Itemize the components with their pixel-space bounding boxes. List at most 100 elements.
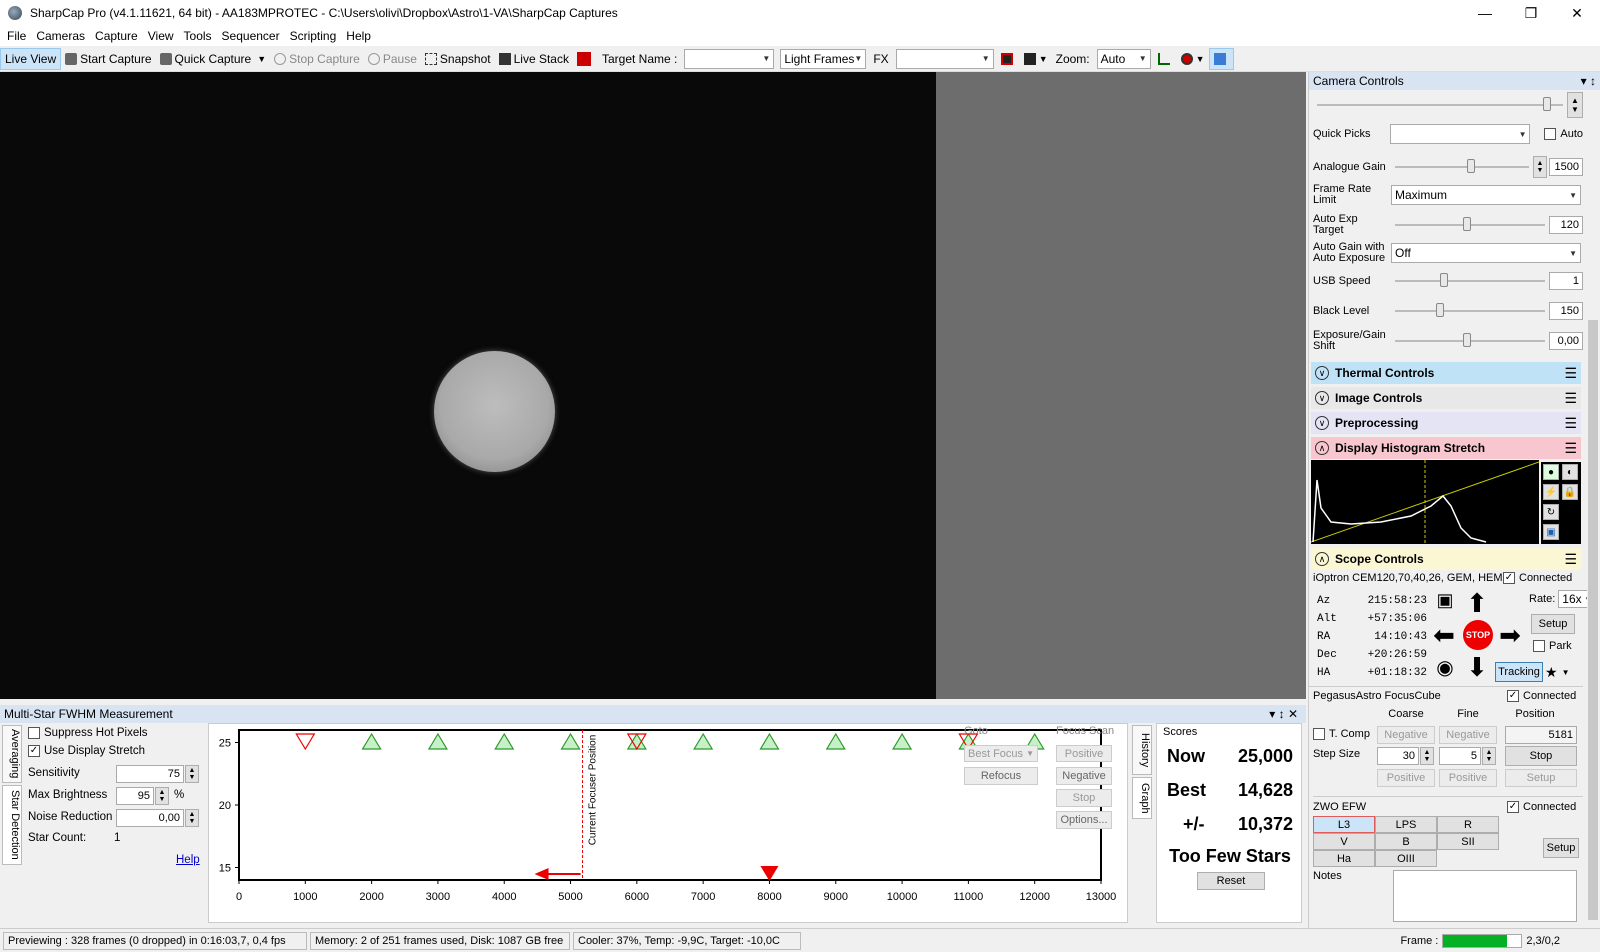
live-stack-button[interactable]: Live Stack	[495, 48, 573, 70]
analogue-gain-slider[interactable]	[1395, 159, 1529, 175]
auto-checkbox[interactable]	[1544, 128, 1557, 140]
zoom-select[interactable]: Auto ▼	[1096, 48, 1151, 69]
max-brightness-spin[interactable]: ▲ ▼	[155, 787, 169, 805]
fine-negative-button[interactable]: Negative	[1439, 726, 1497, 744]
live-view-button[interactable]: Live View	[0, 47, 62, 70]
pause-button[interactable]: Pause	[364, 48, 421, 70]
maximize-button[interactable]: ❐	[1508, 0, 1554, 26]
lightning-icon[interactable]: ⚡	[1543, 484, 1559, 500]
menu-view[interactable]: View	[143, 29, 179, 43]
stretch-toggle-icon[interactable]: ●	[1543, 464, 1559, 480]
menu-capture[interactable]: Capture	[90, 29, 143, 43]
save-icon[interactable]: ▣	[1543, 524, 1559, 540]
fine-positive-button[interactable]: Positive	[1439, 769, 1497, 787]
suppress-hot-pixels-checkbox[interactable]	[28, 727, 40, 739]
panel-pin-icon[interactable]: ▾ ↕	[1581, 74, 1596, 88]
coarse-negative-button[interactable]: Negative	[1377, 726, 1435, 744]
slider-thumb[interactable]	[1467, 159, 1476, 173]
slider-thumb[interactable]	[1462, 333, 1471, 347]
menu-scripting[interactable]: Scripting	[285, 29, 342, 43]
target-icon[interactable]: ◉	[1431, 654, 1459, 682]
pin-button[interactable]	[1208, 47, 1234, 70]
refocus-button[interactable]: Refocus	[964, 767, 1038, 785]
scrollbar-thumb[interactable]	[1588, 320, 1598, 920]
focuser-stop-button[interactable]: Stop	[1505, 746, 1577, 766]
menu-sequencer[interactable]: Sequencer	[217, 29, 285, 43]
auto-gain-select[interactable]: Off ▼	[1391, 243, 1581, 263]
exposure-gain-shift-slider[interactable]	[1395, 333, 1545, 349]
slider-thumb[interactable]	[1462, 217, 1471, 231]
mount-setup-button[interactable]: Setup	[1531, 614, 1575, 634]
sensitivity-spin[interactable]: ▲ ▼	[185, 765, 199, 783]
arrow-left-icon[interactable]: ⬅	[1429, 620, 1459, 650]
coarse-positive-button[interactable]: Positive	[1377, 769, 1435, 787]
fine-step-spin[interactable]: ▲ ▼	[1482, 747, 1496, 765]
magnifier-button[interactable]: ▼	[1177, 48, 1209, 70]
right-panel-scrollbar[interactable]	[1587, 90, 1599, 920]
noise-reduction-spin[interactable]: ▲ ▼	[185, 809, 199, 827]
tab-averaging[interactable]: Averaging	[2, 725, 22, 783]
tracking-rate-select[interactable]: ★ ▼	[1545, 662, 1581, 682]
arrow-down-icon[interactable]: ⬇	[1463, 652, 1491, 682]
fwhm-window-controls[interactable]: ▾ ↕ ✕	[1269, 707, 1298, 721]
fx-select[interactable]: ▼	[895, 48, 994, 69]
arrow-up-icon[interactable]: ⬆	[1463, 588, 1491, 618]
max-brightness-input[interactable]: 95	[116, 787, 154, 805]
notes-textarea[interactable]	[1393, 870, 1577, 922]
spin-buttons[interactable]: ▲ ▼	[1567, 92, 1583, 118]
tab-graph[interactable]: Graph	[1132, 777, 1152, 819]
histogram-graph[interactable]	[1310, 460, 1540, 544]
analogue-gain-value[interactable]: 1500	[1549, 158, 1583, 176]
filter-ha[interactable]: Ha	[1313, 850, 1375, 867]
spiral-search-icon[interactable]: ▣	[1431, 590, 1459, 618]
menu-icon[interactable]: ☰	[1564, 415, 1577, 432]
auto-exp-target-value[interactable]: 120	[1549, 216, 1583, 234]
menu-cameras[interactable]: Cameras	[31, 29, 90, 43]
use-display-stretch-checkbox[interactable]: ✓	[28, 745, 40, 757]
focuser-setup-button[interactable]: Setup	[1505, 769, 1577, 787]
help-link[interactable]: Help	[176, 854, 200, 866]
close-button[interactable]: ✕	[1554, 0, 1600, 26]
scope-controls-section[interactable]: ∧ Scope Controls ☰	[1311, 548, 1581, 570]
mount-stop-button[interactable]: STOP	[1463, 620, 1493, 650]
lock-icon[interactable]: 🔒	[1562, 484, 1578, 500]
menu-icon[interactable]: ☰	[1564, 365, 1577, 382]
menu-file[interactable]: File	[2, 29, 31, 43]
snapshot-button[interactable]: Snapshot	[421, 48, 495, 70]
menu-icon[interactable]: ☰	[1564, 440, 1577, 457]
mount-connected-checkbox[interactable]: ✓	[1503, 572, 1515, 584]
black-level-value[interactable]: 150	[1549, 302, 1583, 320]
focuser-connected-checkbox[interactable]: ✓	[1507, 690, 1519, 702]
coarse-step-input[interactable]: 30	[1377, 747, 1419, 765]
start-capture-button[interactable]: Start Capture	[61, 48, 155, 70]
preprocessing-section[interactable]: ∨ Preprocessing ☰	[1311, 412, 1581, 434]
thermal-controls-section[interactable]: ∨ Thermal Controls ☰	[1311, 362, 1581, 384]
minimize-button[interactable]: —	[1462, 0, 1508, 26]
gain-spin[interactable]: ▲ ▼	[1533, 156, 1547, 178]
tcomp-checkbox[interactable]	[1313, 728, 1325, 740]
tab-star-detection[interactable]: Star Detection	[2, 785, 22, 865]
filter-sii[interactable]: SII	[1437, 833, 1499, 850]
black-level-slider[interactable]	[1395, 303, 1545, 319]
scan-stop-button[interactable]: Stop	[1056, 789, 1112, 807]
usb-speed-value[interactable]: 1	[1549, 272, 1583, 290]
scan-positive-button[interactable]: Positive	[1056, 745, 1112, 762]
contrast-icon[interactable]: ◐	[1562, 464, 1578, 480]
auto-exp-target-slider[interactable]	[1395, 217, 1545, 233]
tab-history[interactable]: History	[1132, 725, 1152, 775]
filter-l3[interactable]: L3	[1313, 816, 1375, 833]
exposure-gain-shift-value[interactable]: 0,00	[1549, 332, 1583, 350]
filter-oiii[interactable]: OIII	[1375, 850, 1437, 867]
sensitivity-input[interactable]: 75	[116, 765, 184, 783]
fine-step-input[interactable]: 5	[1439, 747, 1481, 765]
scan-options-button[interactable]: Options...	[1056, 811, 1112, 829]
stop-capture-button[interactable]: Stop Capture	[270, 48, 364, 70]
slider-thumb[interactable]	[1435, 303, 1444, 317]
histogram-section[interactable]: ∧ Display Histogram Stretch ☰	[1311, 437, 1581, 459]
partial-slider[interactable]	[1317, 97, 1563, 113]
reset-button[interactable]: Reset	[1197, 872, 1265, 890]
best-focus-select[interactable]: Best Focus ▼	[964, 745, 1038, 762]
image-controls-section[interactable]: ∨ Image Controls ☰	[1311, 387, 1581, 409]
filter-b[interactable]: B	[1375, 833, 1437, 850]
filter-r[interactable]: R	[1437, 816, 1499, 833]
